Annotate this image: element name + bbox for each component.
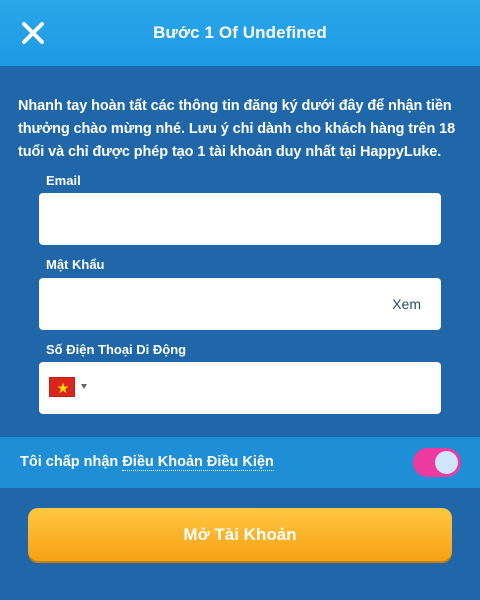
terms-link[interactable]: Điều Khoản Điều Kiện xyxy=(122,454,274,471)
terms-toggle[interactable] xyxy=(413,448,461,477)
show-password-button[interactable]: Xem xyxy=(392,278,421,330)
chevron-down-icon xyxy=(81,384,87,389)
star-icon xyxy=(57,382,69,394)
password-field-box[interactable]: Xem xyxy=(39,278,441,332)
vietnam-flag-icon xyxy=(49,377,75,397)
terms-prefix: Tôi chấp nhận xyxy=(20,454,123,470)
password-field[interactable] xyxy=(51,278,375,332)
open-account-button[interactable]: Mở Tài Khoản xyxy=(28,508,452,561)
phone-field[interactable] xyxy=(109,362,433,416)
email-label: Email xyxy=(46,173,81,188)
email-field[interactable] xyxy=(51,193,433,247)
intro-text: Nhanh tay hoàn tất các thông tin đăng ký… xyxy=(18,98,456,160)
terms-bar: Tôi chấp nhận Điều Khoản Điều Kiện xyxy=(0,437,480,488)
terms-text: Tôi chấp nhận Điều Khoản Điều Kiện xyxy=(20,437,274,488)
password-label: Mật Khẩu xyxy=(46,257,105,272)
phone-label: Số Điện Thoại Di Động xyxy=(46,342,187,357)
email-field-box[interactable] xyxy=(39,193,441,247)
country-code-select[interactable] xyxy=(49,377,99,399)
toggle-knob xyxy=(435,451,458,474)
header-bar: Bước 1 Of Undefined xyxy=(0,0,480,66)
phone-field-box[interactable] xyxy=(39,362,441,416)
page-title: Bước 1 Of Undefined xyxy=(153,23,327,42)
